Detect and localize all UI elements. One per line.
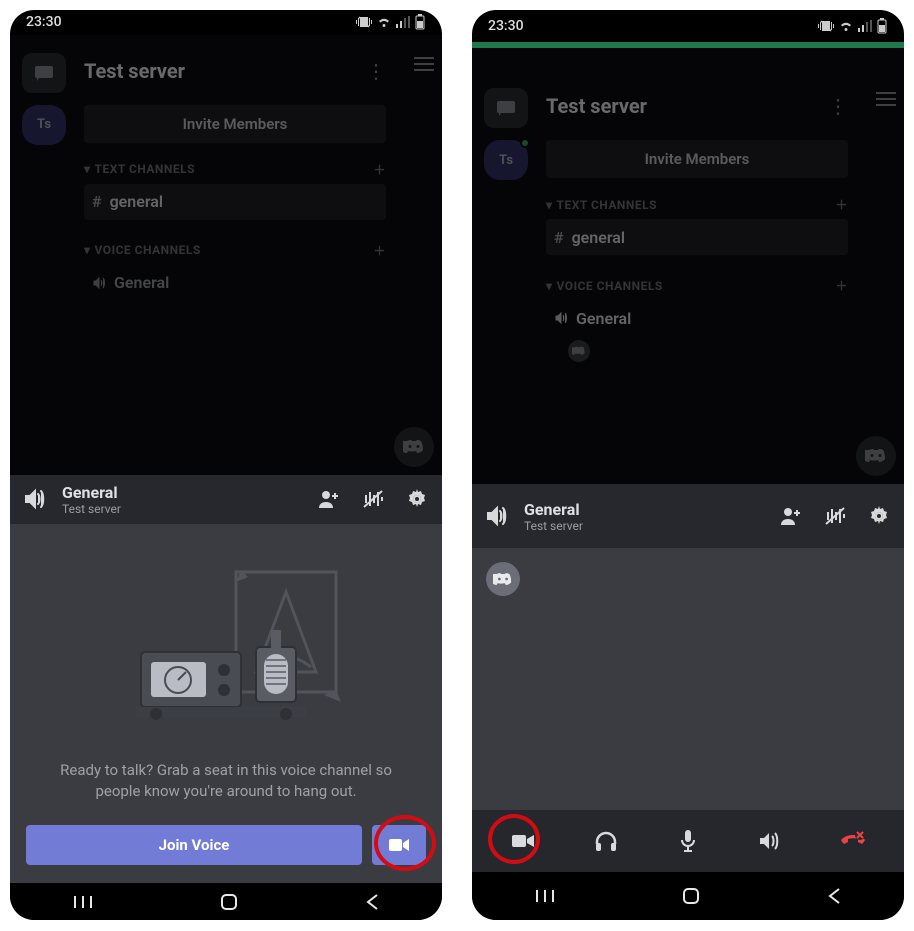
text-channels-header[interactable]: ▾TEXT CHANNELS ＋ [546,196,848,213]
video-button[interactable] [372,825,426,865]
voice-channel-general[interactable]: General [546,300,848,336]
wifi-icon [838,19,854,33]
voice-channels-header[interactable]: ▾VOICE CHANNELS ＋ [546,277,848,294]
voice-panel-body: Ready to talk? Grab a seat in this voice… [10,524,442,884]
channels-column: Test server ⋮ Invite Members ▾TEXT CHANN… [540,48,868,484]
discord-channel-list: Ts Test server ⋮ Invite Members ▾TEXT CH… [10,35,442,475]
hash-icon: # [554,228,564,247]
hangup-button[interactable] [829,817,877,865]
microphone-button[interactable] [664,817,712,865]
noise-suppression-icon[interactable] [824,506,846,526]
gear-icon[interactable] [868,505,890,527]
server-menu-icon[interactable]: ⋮ [366,59,386,83]
add-text-channel-icon[interactable]: ＋ [373,161,386,178]
voice-channel-title: General [62,483,304,502]
status-icons [356,14,426,30]
speaker-toggle-button[interactable] [746,817,794,865]
discord-channel-list: Ts Test server ⋮ Invite Members ▾TEXT CH… [472,48,904,484]
invite-members-button[interactable]: Invite Members [546,140,848,178]
speaker-icon[interactable] [24,488,48,510]
guild-column: Ts [10,35,78,475]
voice-server-subtitle: Test server [62,502,304,516]
voice-server-subtitle: Test server [524,519,766,533]
text-channels-header[interactable]: ▾TEXT CHANNELS ＋ [84,161,386,178]
invite-members-button[interactable]: Invite Members [84,105,386,143]
text-channel-general[interactable]: # general [84,184,386,220]
voice-channels-header[interactable]: ▾VOICE CHANNELS ＋ [84,242,386,259]
recents-button[interactable] [535,888,555,904]
add-user-icon[interactable] [780,506,802,526]
status-time: 23:30 [26,14,62,30]
speaker-small-icon [554,311,568,325]
voice-channel-general[interactable]: General [84,265,386,301]
gear-icon[interactable] [406,488,428,510]
participant-avatar[interactable] [486,562,520,596]
wifi-icon [376,15,392,29]
phone-left: 23:30 Ts Test server ⋮ Invite Members [10,10,442,920]
status-bar: 23:30 [10,10,442,35]
add-voice-channel-icon[interactable]: ＋ [373,242,386,259]
server-menu-icon[interactable]: ⋮ [828,94,848,118]
dm-button[interactable] [22,53,66,93]
signal-icon [858,20,872,32]
home-button[interactable] [681,886,701,906]
battery-icon [414,14,426,30]
add-user-icon[interactable] [318,489,340,509]
hamburger-icon[interactable] [406,35,442,475]
headphones-button[interactable] [582,817,630,865]
online-indicator [520,138,530,148]
noise-suppression-icon[interactable] [362,489,384,509]
server-avatar[interactable]: Ts [22,105,66,145]
back-button[interactable] [365,893,379,911]
text-channel-general[interactable]: # general [546,219,848,255]
discord-fab[interactable] [394,427,434,467]
speaker-small-icon [92,276,106,290]
phone-right: 23:30 Ts Test server ⋮ [472,10,904,920]
vibrate-icon [356,15,372,29]
vibrate-icon [818,19,834,33]
voice-panel-header: General Test server [10,475,442,524]
channels-column: Test server ⋮ Invite Members ▾TEXT CHANN… [78,35,406,475]
guild-column: Ts [472,48,540,484]
android-navbar [10,883,442,920]
server-title: Test server [546,94,647,118]
discord-fab[interactable] [856,436,896,476]
server-title: Test server [84,59,185,83]
signal-icon [396,16,410,28]
back-button[interactable] [827,887,841,905]
voice-prompt-text: Ready to talk? Grab a seat in this voice… [40,760,412,804]
android-navbar [472,872,904,920]
add-voice-channel-icon[interactable]: ＋ [835,277,848,294]
hash-icon: # [92,192,102,211]
home-button[interactable] [219,892,239,912]
call-controls [472,810,904,872]
voice-participant-avatar[interactable] [568,340,590,362]
add-text-channel-icon[interactable]: ＋ [835,196,848,213]
voice-channel-title: General [524,500,766,519]
hamburger-icon[interactable] [868,48,904,484]
status-icons [818,18,888,34]
voice-empty-illustration [86,552,366,742]
recents-button[interactable] [73,894,93,910]
status-bar: 23:30 [472,10,904,42]
voice-call-body [472,548,904,810]
dm-button[interactable] [484,88,528,128]
voice-panel-header: General Test server [472,484,904,548]
camera-toggle-button[interactable] [499,817,547,865]
join-voice-button[interactable]: Join Voice [26,825,362,865]
battery-icon [876,18,888,34]
status-time: 23:30 [488,18,524,34]
speaker-icon[interactable] [486,505,510,527]
